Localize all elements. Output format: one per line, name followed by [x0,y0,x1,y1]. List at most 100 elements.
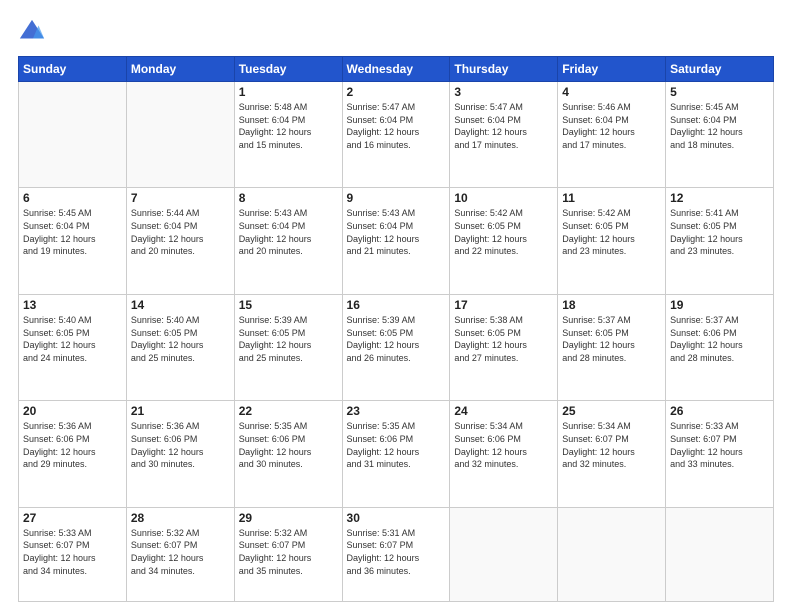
day-cell: 5 Sunrise: 5:45 AM Sunset: 6:04 PM Daylig… [666,82,774,188]
day-cell [19,82,127,188]
day-info: Sunrise: 5:37 AM Sunset: 6:06 PM Dayligh… [670,314,769,364]
day-info: Sunrise: 5:36 AM Sunset: 6:06 PM Dayligh… [23,420,122,470]
page: SundayMondayTuesdayWednesdayThursdayFrid… [0,0,792,612]
weekday-monday: Monday [126,57,234,82]
day-number: 17 [454,298,553,312]
day-cell: 12 Sunrise: 5:41 AM Sunset: 6:05 PM Dayli… [666,188,774,294]
day-number: 11 [562,191,661,205]
day-info: Sunrise: 5:38 AM Sunset: 6:05 PM Dayligh… [454,314,553,364]
day-info: Sunrise: 5:42 AM Sunset: 6:05 PM Dayligh… [454,207,553,257]
day-info: Sunrise: 5:46 AM Sunset: 6:04 PM Dayligh… [562,101,661,151]
day-info: Sunrise: 5:43 AM Sunset: 6:04 PM Dayligh… [347,207,446,257]
week-row-4: 20 Sunrise: 5:36 AM Sunset: 6:06 PM Dayli… [19,401,774,507]
day-cell: 28 Sunrise: 5:32 AM Sunset: 6:07 PM Dayli… [126,507,234,601]
day-cell: 3 Sunrise: 5:47 AM Sunset: 6:04 PM Daylig… [450,82,558,188]
day-info: Sunrise: 5:47 AM Sunset: 6:04 PM Dayligh… [347,101,446,151]
day-number: 20 [23,404,122,418]
week-row-1: 1 Sunrise: 5:48 AM Sunset: 6:04 PM Daylig… [19,82,774,188]
weekday-tuesday: Tuesday [234,57,342,82]
day-number: 23 [347,404,446,418]
day-cell [450,507,558,601]
day-info: Sunrise: 5:33 AM Sunset: 6:07 PM Dayligh… [670,420,769,470]
day-cell: 15Sunrise: 5:39 AM Sunset: 6:05 PM Dayli… [234,294,342,400]
day-info: Sunrise: 5:44 AM Sunset: 6:04 PM Dayligh… [131,207,230,257]
day-number: 6 [23,191,122,205]
day-info: Sunrise: 5:35 AM Sunset: 6:06 PM Dayligh… [239,420,338,470]
day-number: 19 [670,298,769,312]
day-info: Sunrise: 5:47 AM Sunset: 6:04 PM Dayligh… [454,101,553,151]
day-number: 29 [239,511,338,525]
day-cell: 17 Sunrise: 5:38 AM Sunset: 6:05 PM Dayli… [450,294,558,400]
day-cell: 25 Sunrise: 5:34 AM Sunset: 6:07 PM Dayli… [558,401,666,507]
day-number: 10 [454,191,553,205]
day-info: Sunrise: 5:48 AM Sunset: 6:04 PM Dayligh… [239,101,338,151]
day-info: Sunrise: 5:35 AM Sunset: 6:06 PM Dayligh… [347,420,446,470]
day-number: 12 [670,191,769,205]
day-number: 21 [131,404,230,418]
weekday-friday: Friday [558,57,666,82]
day-cell [666,507,774,601]
logo-icon [18,18,46,46]
day-cell: 7 Sunrise: 5:44 AM Sunset: 6:04 PM Daylig… [126,188,234,294]
week-row-5: 27 Sunrise: 5:33 AM Sunset: 6:07 PM Dayli… [19,507,774,601]
day-info: Sunrise: 5:37 AM Sunset: 6:05 PM Dayligh… [562,314,661,364]
day-info: Sunrise: 5:40 AM Sunset: 6:05 PM Dayligh… [131,314,230,364]
day-number: 27 [23,511,122,525]
day-cell: 18Sunrise: 5:37 AM Sunset: 6:05 PM Dayli… [558,294,666,400]
day-cell [126,82,234,188]
day-number: 7 [131,191,230,205]
day-info: Sunrise: 5:41 AM Sunset: 6:05 PM Dayligh… [670,207,769,257]
day-info: Sunrise: 5:39 AM Sunset: 6:05 PM Dayligh… [347,314,446,364]
day-info: Sunrise: 5:36 AM Sunset: 6:06 PM Dayligh… [131,420,230,470]
day-number: 4 [562,85,661,99]
day-cell: 9 Sunrise: 5:43 AM Sunset: 6:04 PM Daylig… [342,188,450,294]
day-cell: 16 Sunrise: 5:39 AM Sunset: 6:05 PM Dayli… [342,294,450,400]
calendar-table: SundayMondayTuesdayWednesdayThursdayFrid… [18,56,774,602]
week-row-3: 13 Sunrise: 5:40 AM Sunset: 6:05 PM Dayli… [19,294,774,400]
day-number: 28 [131,511,230,525]
day-cell: 21 Sunrise: 5:36 AM Sunset: 6:06 PM Dayli… [126,401,234,507]
day-number: 25 [562,404,661,418]
day-number: 26 [670,404,769,418]
day-number: 22 [239,404,338,418]
day-cell: 2Sunrise: 5:47 AM Sunset: 6:04 PM Daylig… [342,82,450,188]
day-info: Sunrise: 5:45 AM Sunset: 6:04 PM Dayligh… [670,101,769,151]
day-cell: 24 Sunrise: 5:34 AM Sunset: 6:06 PM Dayli… [450,401,558,507]
day-info: Sunrise: 5:34 AM Sunset: 6:07 PM Dayligh… [562,420,661,470]
day-number: 8 [239,191,338,205]
day-number: 1 [239,85,338,99]
day-number: 14 [131,298,230,312]
day-cell: 26 Sunrise: 5:33 AM Sunset: 6:07 PM Dayli… [666,401,774,507]
day-cell: 8Sunrise: 5:43 AM Sunset: 6:04 PM Daylig… [234,188,342,294]
day-info: Sunrise: 5:40 AM Sunset: 6:05 PM Dayligh… [23,314,122,364]
day-info: Sunrise: 5:34 AM Sunset: 6:06 PM Dayligh… [454,420,553,470]
day-info: Sunrise: 5:33 AM Sunset: 6:07 PM Dayligh… [23,527,122,577]
day-cell: 20 Sunrise: 5:36 AM Sunset: 6:06 PM Dayli… [19,401,127,507]
day-cell: 23 Sunrise: 5:35 AM Sunset: 6:06 PM Dayli… [342,401,450,507]
weekday-thursday: Thursday [450,57,558,82]
day-info: Sunrise: 5:32 AM Sunset: 6:07 PM Dayligh… [239,527,338,577]
day-number: 30 [347,511,446,525]
day-number: 3 [454,85,553,99]
day-cell: 13 Sunrise: 5:40 AM Sunset: 6:05 PM Dayli… [19,294,127,400]
day-info: Sunrise: 5:39 AM Sunset: 6:05 PM Dayligh… [239,314,338,364]
day-cell: 22 Sunrise: 5:35 AM Sunset: 6:06 PM Dayli… [234,401,342,507]
weekday-sunday: Sunday [19,57,127,82]
day-cell: 4 Sunrise: 5:46 AM Sunset: 6:04 PM Daylig… [558,82,666,188]
day-cell: 6 Sunrise: 5:45 AM Sunset: 6:04 PM Daylig… [19,188,127,294]
day-cell [558,507,666,601]
day-number: 9 [347,191,446,205]
day-number: 5 [670,85,769,99]
day-cell: 10 Sunrise: 5:42 AM Sunset: 6:05 PM Dayli… [450,188,558,294]
day-number: 13 [23,298,122,312]
day-cell: 19 Sunrise: 5:37 AM Sunset: 6:06 PM Dayli… [666,294,774,400]
logo [18,18,50,46]
day-number: 24 [454,404,553,418]
weekday-header-row: SundayMondayTuesdayWednesdayThursdayFrid… [19,57,774,82]
weekday-wednesday: Wednesday [342,57,450,82]
day-cell: 11Sunrise: 5:42 AM Sunset: 6:05 PM Dayli… [558,188,666,294]
day-number: 16 [347,298,446,312]
day-cell: 29 Sunrise: 5:32 AM Sunset: 6:07 PM Dayli… [234,507,342,601]
day-info: Sunrise: 5:32 AM Sunset: 6:07 PM Dayligh… [131,527,230,577]
day-info: Sunrise: 5:45 AM Sunset: 6:04 PM Dayligh… [23,207,122,257]
